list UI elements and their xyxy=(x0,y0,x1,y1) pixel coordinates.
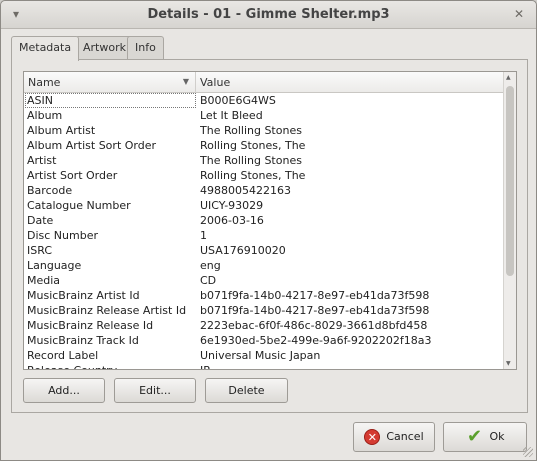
tag-name-cell: Artist Sort Order xyxy=(27,169,118,182)
delete-button[interactable]: Delete xyxy=(205,378,288,403)
tag-value-cell: B000E6G4WS xyxy=(200,94,276,107)
table-row[interactable]: Media CD xyxy=(24,273,504,288)
title-bar[interactable]: ▾ Details - 01 - Gimme Shelter.mp3 ✕ xyxy=(1,1,536,29)
tag-name-cell: Media xyxy=(27,274,61,287)
table-row[interactable]: Artist The Rolling Stones xyxy=(24,153,504,168)
cancel-icon: ✕ xyxy=(364,429,381,445)
tag-value-cell: USA176910020 xyxy=(200,244,286,257)
column-header-value[interactable]: Value xyxy=(196,72,504,93)
table-row[interactable]: Language eng xyxy=(24,258,504,273)
vertical-scrollbar[interactable]: ▲ ▼ xyxy=(503,72,516,369)
window-title: Details - 01 - Gimme Shelter.mp3 xyxy=(147,7,390,22)
tag-value-cell: The Rolling Stones xyxy=(200,154,302,167)
close-icon[interactable]: ✕ xyxy=(512,7,526,21)
table-row[interactable]: Album Artist Sort Order Rolling Stones, T… xyxy=(24,138,504,153)
tag-name-cell: Record Label xyxy=(27,349,99,362)
tag-name-cell: Release Country xyxy=(27,363,195,369)
scroll-up-icon[interactable]: ▲ xyxy=(506,74,511,81)
edit-button-label: Edit... xyxy=(139,384,171,397)
ok-button-label: Ok xyxy=(489,430,505,443)
details-dialog: ▾ Details - 01 - Gimme Shelter.mp3 ✕ Met… xyxy=(0,0,537,461)
tag-name-cell: Catalogue Number xyxy=(27,199,131,212)
tag-name-cell: Album xyxy=(27,109,63,122)
add-button[interactable]: Add... xyxy=(23,378,105,403)
tag-value-cell: Let It Bleed xyxy=(200,109,263,122)
tab-metadata-label: Metadata xyxy=(19,41,72,54)
add-button-label: Add... xyxy=(48,384,80,397)
tag-name-cell: MusicBrainz Release Id xyxy=(27,319,154,332)
tag-name-cell: Language xyxy=(27,259,82,272)
sort-down-icon: ▼ xyxy=(182,77,189,86)
table-row[interactable]: MusicBrainz Track Id 6e1930ed-5be2-499e-9… xyxy=(24,333,504,348)
tab-metadata[interactable]: Metadata xyxy=(11,36,80,61)
tag-value-cell: JP xyxy=(200,363,500,369)
table-header: Name ▼ Value xyxy=(24,72,504,93)
table-row[interactable]: MusicBrainz Release Artist Id b071f9fa-14… xyxy=(24,303,504,318)
tag-value-cell: b071f9fa-14b0-4217-8e97-eb41da73f598 xyxy=(200,289,430,302)
table-row[interactable]: Album Artist The Rolling Stones xyxy=(24,123,504,138)
tag-name-cell: ASIN xyxy=(25,93,196,108)
table-row[interactable]: MusicBrainz Artist Id b071f9fa-14b0-4217-… xyxy=(24,288,504,303)
tag-value-cell: Rolling Stones, The xyxy=(200,139,306,152)
cancel-button-label: Cancel xyxy=(386,430,424,443)
tag-value-cell: UICY-93029 xyxy=(200,199,264,212)
table-row[interactable]: Artist Sort Order Rolling Stones, The xyxy=(24,168,504,183)
table-row[interactable]: Disc Number 1 xyxy=(24,228,504,243)
table-row[interactable]: MusicBrainz Release Id 2223ebac-6f0f-486c… xyxy=(24,318,504,333)
tag-value-cell: The Rolling Stones xyxy=(200,124,302,137)
resize-grip[interactable] xyxy=(523,447,533,457)
edit-button[interactable]: Edit... xyxy=(114,378,196,403)
tag-value-cell: b071f9fa-14b0-4217-8e97-eb41da73f598 xyxy=(200,304,430,317)
delete-button-label: Delete xyxy=(228,384,265,397)
tag-value-cell: eng xyxy=(200,259,221,272)
table-row[interactable]: Date 2006-03-16 xyxy=(24,213,504,228)
tag-value-cell: CD xyxy=(200,274,217,287)
tag-name-cell: Album Artist xyxy=(27,124,96,137)
column-header-name[interactable]: Name ▼ xyxy=(24,72,196,93)
tag-name-cell: Album Artist Sort Order xyxy=(27,139,157,152)
column-header-name-label: Name xyxy=(28,76,61,89)
table-row[interactable]: Barcode 4988005422163 xyxy=(24,183,504,198)
tag-name-cell: MusicBrainz Track Id xyxy=(27,334,139,347)
tag-name-cell: Barcode xyxy=(27,184,73,197)
checkmark-icon: ✔ xyxy=(466,426,483,447)
tag-name-cell: MusicBrainz Release Artist Id xyxy=(27,304,187,317)
cancel-button[interactable]: ✕ Cancel xyxy=(353,422,435,452)
tag-value-cell: 6e1930ed-5be2-499e-9a6f-9202202f18a3 xyxy=(200,334,432,347)
metadata-panel: Name ▼ Value ASIN B000E6G4WS Album Let It B… xyxy=(11,59,528,413)
column-header-value-label: Value xyxy=(200,76,231,89)
table-row[interactable]: Record Label Universal Music Japan xyxy=(24,348,504,363)
scroll-down-icon[interactable]: ▼ xyxy=(506,360,511,367)
table-body: ASIN B000E6G4WS Album Let It Bleed Album Art… xyxy=(24,93,504,369)
table-row[interactable]: Album Let It Bleed xyxy=(24,108,504,123)
tag-name-cell: Date xyxy=(27,214,54,227)
tag-name-cell: ISRC xyxy=(27,244,53,257)
tag-value-cell: 2223ebac-6f0f-486c-8029-3661d8bfd458 xyxy=(200,319,428,332)
tag-value-cell: 2006-03-16 xyxy=(200,214,264,227)
tag-value-cell: 1 xyxy=(200,229,207,242)
tag-value-cell: Rolling Stones, The xyxy=(200,169,306,182)
table-row[interactable]: ASIN B000E6G4WS xyxy=(24,93,504,108)
table-row[interactable]: ISRC USA176910020 xyxy=(24,243,504,258)
tag-name-cell: MusicBrainz Artist Id xyxy=(27,289,140,302)
table-row[interactable]: Release Country JP xyxy=(24,363,504,369)
table-row[interactable]: Catalogue Number UICY-93029 xyxy=(24,198,504,213)
tag-value-cell: Universal Music Japan xyxy=(200,349,321,362)
tab-artwork-label: Artwork xyxy=(83,41,126,54)
tab-info-label: Info xyxy=(135,41,156,54)
ok-button[interactable]: ✔ Ok xyxy=(443,422,527,452)
tag-name-cell: Disc Number xyxy=(27,229,98,242)
tag-name-cell: Artist xyxy=(27,154,57,167)
tab-artwork[interactable]: Artwork xyxy=(75,36,134,60)
scrollbar-thumb[interactable] xyxy=(506,86,514,276)
metadata-table[interactable]: Name ▼ Value ASIN B000E6G4WS Album Let It B… xyxy=(23,71,517,370)
tag-value-cell: 4988005422163 xyxy=(200,184,291,197)
tab-info[interactable]: Info xyxy=(127,36,164,60)
